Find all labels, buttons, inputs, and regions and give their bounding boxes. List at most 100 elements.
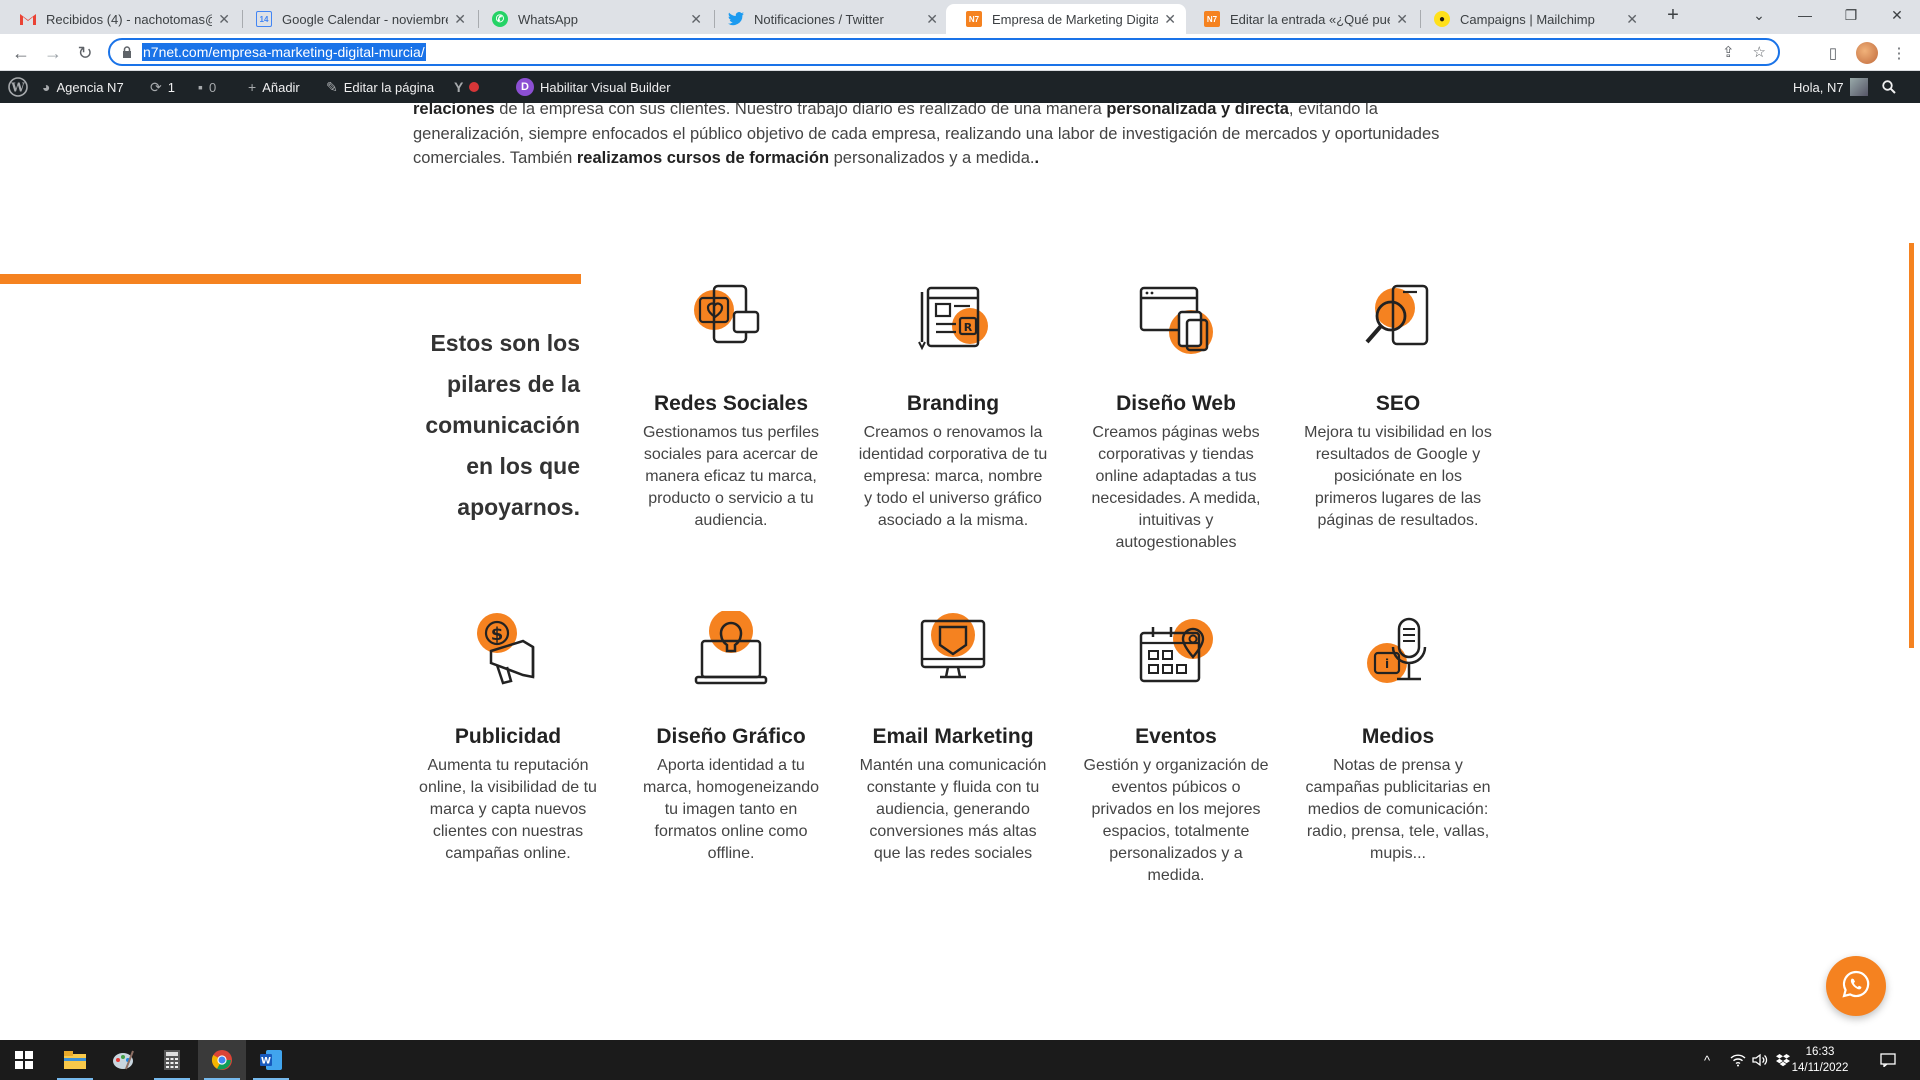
windows-taskbar: W ^ 16:33 14/11/2022 bbox=[0, 1040, 1920, 1080]
file-explorer-icon[interactable] bbox=[51, 1040, 99, 1080]
minimize-button[interactable]: — bbox=[1782, 0, 1828, 30]
side-panel-icon[interactable]: ▯ bbox=[1820, 40, 1846, 66]
tab-mailchimp[interactable]: ● Campaigns | Mailchimp ✕ bbox=[1414, 4, 1648, 34]
events-icon bbox=[1131, 611, 1221, 701]
wifi-icon[interactable] bbox=[1730, 1040, 1746, 1080]
close-icon[interactable]: ✕ bbox=[454, 11, 466, 28]
notifications-icon[interactable] bbox=[1880, 1040, 1896, 1080]
wp-admin-bar: W ◕ Agencia N7 ⟳ 1 ▪ 0 + Añadir ✎ Editar… bbox=[0, 71, 1920, 103]
reload-icon[interactable]: ↻ bbox=[72, 40, 98, 66]
tab-google-calendar[interactable]: 14 Google Calendar - noviembre de ✕ bbox=[236, 4, 476, 34]
back-arrow-icon[interactable]: ← bbox=[8, 40, 34, 66]
wp-edit-page[interactable]: ✎ Editar la página bbox=[326, 71, 434, 103]
user-avatar bbox=[1849, 78, 1868, 96]
wp-search[interactable] bbox=[1882, 71, 1896, 103]
dashboard-icon: ◕ bbox=[42, 79, 51, 95]
close-icon[interactable]: ✕ bbox=[218, 11, 230, 28]
branding-icon: R bbox=[908, 278, 998, 368]
seo-status-dot bbox=[469, 82, 480, 92]
address-bar[interactable]: n7net.com/empresa-marketing-digital-murc… bbox=[108, 38, 1780, 66]
tab-editar-entrada[interactable]: N7 Editar la entrada «¿Qué puede h ✕ bbox=[1184, 4, 1418, 34]
wp-my-account[interactable]: Hola, N7 bbox=[1793, 71, 1868, 103]
url-text[interactable]: n7net.com/empresa-marketing-digital-murc… bbox=[142, 43, 426, 61]
svg-text:W: W bbox=[261, 1057, 271, 1067]
tab-whatsapp[interactable]: ✆ WhatsApp ✕ bbox=[472, 4, 712, 34]
divi-icon: D bbox=[516, 78, 534, 96]
service-medios: i Medios Notas de prensa y campañas publ… bbox=[1303, 611, 1493, 865]
whatsapp-icon: ✆ bbox=[492, 11, 508, 27]
tab-empresa-marketing[interactable]: N7 Empresa de Marketing Digital M ✕ bbox=[946, 4, 1186, 34]
service-branding: R Branding Creamos o renovamos la identi… bbox=[858, 278, 1048, 532]
word-icon[interactable]: W bbox=[247, 1040, 295, 1080]
comment-icon: ▪ bbox=[198, 79, 203, 95]
service-diseno-grafico: Diseño Gráfico Aporta identidad a tu mar… bbox=[636, 609, 826, 865]
n7-icon: N7 bbox=[1204, 11, 1220, 27]
profile-avatar[interactable] bbox=[1856, 42, 1878, 64]
calendar-icon: 14 bbox=[256, 11, 272, 27]
intro-paragraph: relaciones de la empresa con sus cliente… bbox=[413, 103, 1440, 167]
svg-text:R: R bbox=[964, 321, 973, 334]
close-icon[interactable]: ✕ bbox=[1396, 11, 1408, 28]
n7-icon: N7 bbox=[966, 11, 982, 27]
graphic-design-icon bbox=[686, 609, 776, 701]
bookmark-star-icon[interactable]: ☆ bbox=[1753, 43, 1766, 61]
volume-icon[interactable] bbox=[1752, 1040, 1768, 1080]
page-content: relaciones de la empresa con sus cliente… bbox=[0, 103, 1920, 1040]
close-icon[interactable]: ✕ bbox=[1626, 11, 1638, 28]
browser-toolbar: ← → ↻ n7net.com/empresa-marketing-digita… bbox=[0, 34, 1920, 71]
windows-start-icon[interactable] bbox=[0, 1040, 48, 1080]
section-divider bbox=[0, 274, 581, 284]
restore-button[interactable]: ❐ bbox=[1828, 0, 1874, 30]
browser-tab-strip: Recibidos (4) - nachotomas@gm ✕ 14 Googl… bbox=[0, 0, 1920, 34]
close-window-button[interactable]: ✕ bbox=[1874, 0, 1920, 30]
calculator-icon[interactable] bbox=[148, 1040, 196, 1080]
service-email-marketing: Email Marketing Mantén una comunicación … bbox=[858, 611, 1048, 865]
svg-text:W: W bbox=[10, 81, 25, 95]
tab-search-icon[interactable]: ⌄ bbox=[1736, 0, 1782, 30]
service-redes-sociales: Redes Sociales Gestionamos tus perfiles … bbox=[636, 278, 826, 532]
twitter-icon bbox=[728, 11, 744, 27]
service-diseno-web: Diseño Web Creamos páginas webs corporat… bbox=[1081, 278, 1271, 554]
svg-text:$: $ bbox=[491, 624, 504, 645]
mailchimp-icon: ● bbox=[1434, 11, 1450, 27]
pillars-heading: Estos son los pilares de la comunicación… bbox=[425, 330, 580, 520]
social-media-icon bbox=[686, 278, 776, 368]
service-publicidad: $ Publicidad Aumenta tu reputación onlin… bbox=[413, 611, 603, 865]
scrollbar-thumb[interactable] bbox=[1909, 243, 1914, 648]
wp-comments[interactable]: ▪ 0 bbox=[198, 71, 216, 103]
gmail-icon bbox=[20, 11, 36, 27]
pencil-icon: ✎ bbox=[326, 78, 338, 95]
tab-twitter[interactable]: Notificaciones / Twitter ✕ bbox=[708, 4, 948, 34]
svg-text:i: i bbox=[1385, 657, 1389, 671]
service-seo: SEO Mejora tu visibilidad en los resulta… bbox=[1303, 278, 1493, 532]
wp-updates[interactable]: ⟳ 1 bbox=[150, 71, 175, 103]
media-icon: i bbox=[1353, 611, 1443, 701]
wp-site-name[interactable]: ◕ Agencia N7 bbox=[42, 71, 124, 103]
lock-icon[interactable] bbox=[120, 45, 134, 59]
tab-gmail[interactable]: Recibidos (4) - nachotomas@gm ✕ bbox=[0, 4, 240, 34]
seo-icon bbox=[1353, 278, 1443, 368]
browser-menu-icon[interactable]: ⋮ bbox=[1886, 40, 1912, 66]
paint-icon[interactable] bbox=[99, 1040, 147, 1080]
service-eventos: Eventos Gestión y organización de evento… bbox=[1081, 611, 1271, 887]
search-icon bbox=[1882, 80, 1896, 94]
new-tab-button[interactable]: + bbox=[1650, 0, 1696, 30]
close-icon[interactable]: ✕ bbox=[690, 11, 702, 28]
forward-arrow-icon[interactable]: → bbox=[40, 40, 66, 66]
chrome-icon[interactable] bbox=[198, 1040, 246, 1080]
wp-yoast-seo[interactable]: Y bbox=[454, 71, 480, 103]
whatsapp-chat-button[interactable] bbox=[1826, 956, 1886, 1016]
close-icon[interactable]: ✕ bbox=[1164, 11, 1176, 28]
wordpress-icon: W bbox=[8, 77, 28, 97]
plus-icon: + bbox=[248, 79, 257, 95]
web-design-icon bbox=[1131, 278, 1221, 368]
taskbar-clock[interactable]: 16:33 14/11/2022 bbox=[1785, 1044, 1855, 1076]
share-icon[interactable]: ⇪ bbox=[1722, 43, 1735, 61]
close-icon[interactable]: ✕ bbox=[926, 11, 938, 28]
wp-add-new[interactable]: + Añadir bbox=[248, 71, 300, 103]
wp-visual-builder[interactable]: D Habilitar Visual Builder bbox=[516, 71, 671, 103]
updates-icon: ⟳ bbox=[150, 78, 162, 95]
show-hidden-icons[interactable]: ^ bbox=[1704, 1040, 1710, 1080]
yoast-icon: Y bbox=[454, 79, 464, 95]
wp-logo-menu[interactable]: W bbox=[8, 71, 28, 103]
